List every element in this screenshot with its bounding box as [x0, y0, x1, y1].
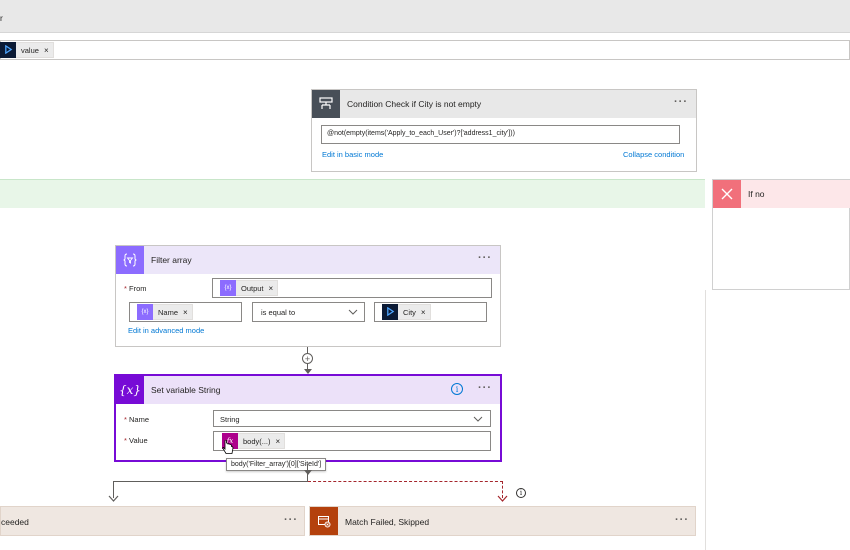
filter-array-more-button[interactable]: ···: [478, 252, 492, 264]
if-yes-container: [0, 179, 705, 550]
run-after-info-icon[interactable]: i: [516, 488, 526, 498]
if-no-container: If no: [712, 179, 850, 290]
city-token[interactable]: City ×: [382, 303, 431, 320]
value-label: * Value: [124, 436, 148, 445]
parent-scope-input[interactable]: value ×: [0, 40, 850, 60]
condition-card: Condition Check if City is not empty ···…: [311, 89, 697, 172]
edit-advanced-mode-link[interactable]: Edit in advanced mode: [128, 326, 204, 335]
city-token-label: City: [403, 307, 416, 317]
collapse-condition-link[interactable]: Collapse condition: [623, 150, 684, 159]
name-label-text: Name: [129, 415, 150, 424]
succeeded-card-title: ceeded: [1, 517, 29, 527]
set-variable-icon: {x}: [116, 376, 144, 404]
from-label: * From: [124, 284, 147, 293]
if-no-title: If no: [748, 189, 765, 199]
remove-token-icon[interactable]: ×: [269, 284, 274, 293]
condition-expression-field[interactable]: @not(empty(items('Apply_to_each_User')?[…: [321, 125, 680, 144]
output-token-label: Output: [241, 283, 264, 293]
match-failed-more-button[interactable]: ···: [675, 514, 689, 526]
remove-token-icon[interactable]: ×: [183, 308, 188, 317]
filter-right-operand-field[interactable]: City ×: [374, 302, 487, 322]
chevron-down-icon: [473, 416, 483, 422]
filter-array-title: Filter array: [151, 255, 192, 265]
set-variable-header[interactable]: {x} Set variable String i ···: [116, 376, 500, 404]
branch-arrow-icon: [304, 470, 312, 475]
dataverse-icon: [0, 41, 16, 58]
scope-right-border: [705, 290, 706, 550]
operator-value: is equal to: [261, 308, 296, 317]
condition-expression-text: @not(empty(items('Apply_to_each_User')?[…: [327, 130, 515, 137]
name-token[interactable]: {x} Name ×: [137, 303, 193, 320]
if-no-header[interactable]: If no: [713, 180, 850, 208]
name-token-label: Name: [158, 307, 179, 317]
parent-scope-header[interactable]: r: [0, 0, 850, 33]
expression-token-label: body(...): [243, 436, 271, 446]
condition-header[interactable]: Condition Check if City is not empty ···: [312, 90, 696, 118]
remove-token-icon[interactable]: ×: [276, 437, 281, 446]
value-label-text: Value: [129, 436, 148, 445]
filter-array-header[interactable]: Filter array ···: [116, 246, 500, 274]
edit-basic-mode-link[interactable]: Edit in basic mode: [322, 150, 383, 159]
succeeded-card-more-button[interactable]: ···: [284, 514, 298, 526]
match-failed-title: Match Failed, Skipped: [345, 517, 430, 527]
variable-value-field[interactable]: fx body(...) ×: [213, 431, 491, 451]
branch-horizontal-line: [113, 481, 307, 482]
condition-title: Condition Check if City is not empty: [347, 99, 482, 109]
filter-array-icon: [116, 246, 144, 274]
condition-icon: [312, 90, 340, 118]
terminate-icon: [310, 507, 338, 535]
set-variable-card: {x} Set variable String i ··· * Name Str…: [114, 374, 502, 462]
from-field[interactable]: {x} Output ×: [212, 278, 492, 298]
variable-token-icon: {x}: [220, 279, 236, 296]
variable-name-dropdown[interactable]: String: [213, 410, 491, 427]
if-yes-header[interactable]: [0, 180, 705, 208]
value-token[interactable]: value ×: [0, 41, 54, 58]
output-token[interactable]: {x} Output ×: [220, 279, 279, 296]
match-failed-card[interactable]: Match Failed, Skipped ···: [309, 506, 696, 536]
value-token-label: value: [21, 45, 39, 55]
condition-more-button[interactable]: ···: [674, 96, 688, 108]
from-label-text: From: [129, 284, 147, 293]
branch-left-arrow-icon: [108, 495, 119, 502]
branch-right-arrow-icon: [497, 495, 508, 502]
name-label: * Name: [124, 415, 150, 424]
if-no-icon: [713, 180, 741, 208]
branch-horizontal-dashed: [308, 481, 503, 482]
set-variable-more-button[interactable]: ···: [478, 382, 492, 394]
variable-name-value: String: [220, 415, 240, 424]
info-icon[interactable]: i: [451, 383, 463, 395]
operator-dropdown[interactable]: is equal to: [252, 302, 365, 322]
hand-cursor-icon: [222, 440, 234, 454]
parent-scope-title: r: [0, 13, 3, 23]
dataverse-icon: [382, 303, 398, 320]
variable-token-icon: {x}: [137, 303, 153, 320]
filter-left-operand-field[interactable]: {x} Name ×: [129, 302, 242, 322]
set-variable-title: Set variable String: [151, 385, 221, 395]
chevron-down-icon: [348, 309, 358, 315]
remove-token-icon[interactable]: ×: [44, 46, 49, 55]
filter-array-card: Filter array ··· * From {x} Output × {x}…: [115, 245, 501, 347]
remove-token-icon[interactable]: ×: [421, 308, 426, 317]
succeeded-card[interactable]: ceeded ···: [0, 506, 305, 536]
